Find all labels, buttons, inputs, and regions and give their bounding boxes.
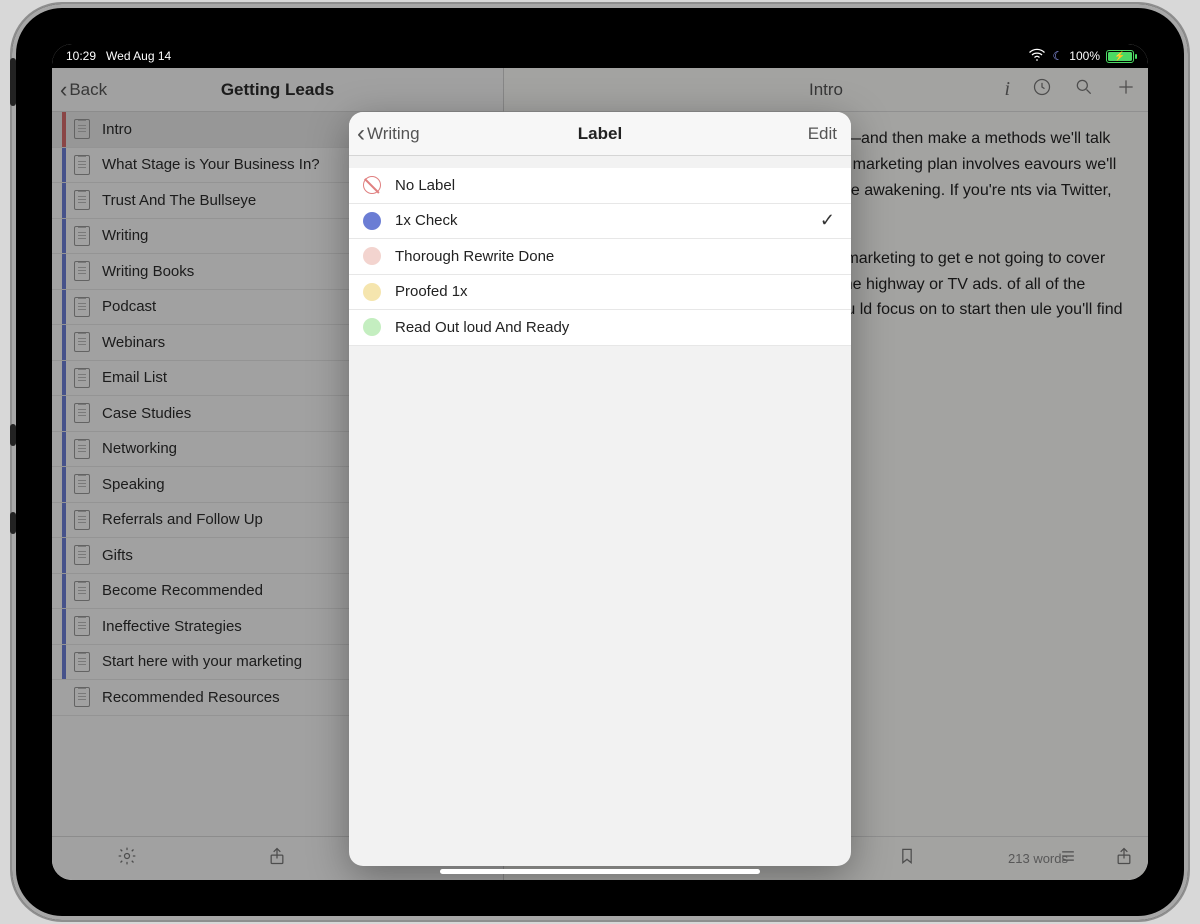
ipad-frame: 10:29 Wed Aug 14 ☾ 100% ⚡ ‹ Back bbox=[12, 4, 1188, 920]
chevron-left-icon: ‹ bbox=[357, 124, 365, 143]
battery-pct: 100% bbox=[1069, 49, 1100, 63]
screen: 10:29 Wed Aug 14 ☾ 100% ⚡ ‹ Back bbox=[52, 44, 1148, 880]
checkmark-icon: ✓ bbox=[820, 210, 835, 231]
modal-title: Label bbox=[578, 124, 622, 144]
color-swatch-icon bbox=[363, 318, 381, 336]
label-picker-modal: ‹ Writing Label Edit No Label 1x Check ✓ Th… bbox=[349, 112, 851, 866]
device-button bbox=[10, 512, 16, 534]
label-option-row[interactable]: Thorough Rewrite Done bbox=[349, 239, 851, 275]
label-option-row[interactable]: 1x Check ✓ bbox=[349, 204, 851, 240]
battery-icon: ⚡ bbox=[1106, 50, 1134, 63]
label-option-row[interactable]: No Label bbox=[349, 168, 851, 204]
modal-back-label: Writing bbox=[367, 124, 420, 144]
label-option-name: No Label bbox=[395, 177, 455, 194]
wifi-icon bbox=[1027, 45, 1047, 68]
device-button bbox=[10, 58, 16, 106]
label-option-name: 1x Check bbox=[395, 212, 458, 229]
label-option-name: Thorough Rewrite Done bbox=[395, 248, 554, 265]
status-bar: 10:29 Wed Aug 14 ☾ 100% ⚡ bbox=[52, 44, 1148, 68]
color-swatch-icon bbox=[363, 247, 381, 265]
label-option-row[interactable]: Proofed 1x bbox=[349, 275, 851, 311]
modal-edit-button[interactable]: Edit bbox=[808, 124, 837, 144]
modal-back-button[interactable]: ‹ Writing bbox=[357, 124, 420, 144]
modal-header: ‹ Writing Label Edit bbox=[349, 112, 851, 156]
label-option-row[interactable]: Read Out loud And Ready bbox=[349, 310, 851, 346]
color-swatch-icon bbox=[363, 212, 381, 230]
dnd-moon-icon: ☾ bbox=[1053, 49, 1064, 63]
label-option-name: Proofed 1x bbox=[395, 283, 468, 300]
color-swatch-icon bbox=[363, 283, 381, 301]
status-date: Wed Aug 14 bbox=[106, 49, 171, 63]
label-option-name: Read Out loud And Ready bbox=[395, 319, 569, 336]
status-time: 10:29 bbox=[66, 49, 96, 63]
device-button bbox=[10, 424, 16, 446]
home-indicator[interactable] bbox=[440, 869, 760, 874]
no-label-icon bbox=[363, 176, 381, 194]
modal-list: No Label 1x Check ✓ Thorough Rewrite Done Pr… bbox=[349, 168, 851, 346]
